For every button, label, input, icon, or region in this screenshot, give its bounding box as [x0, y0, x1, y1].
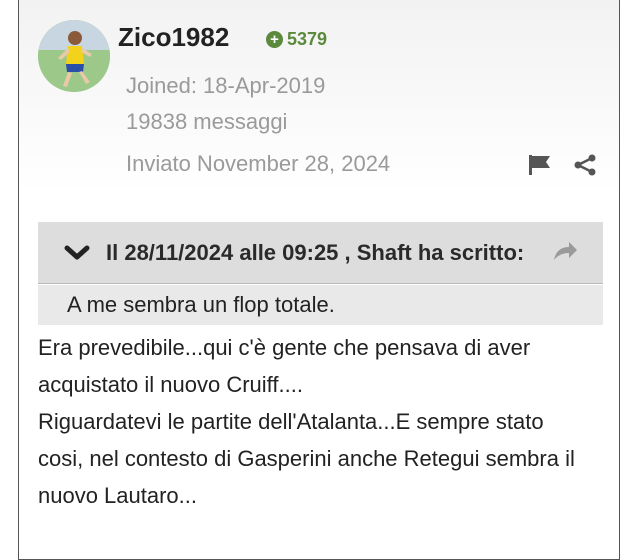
post-line: Riguardatevi le partite dell'Atalanta...… — [38, 409, 544, 434]
reputation-badge: + 5379 — [266, 29, 327, 50]
post-line: acquistato il nuovo Cruiff.... — [38, 372, 303, 397]
forum-post: Zico1982 + 5379 Joined: 18-Apr-2019 1983… — [18, 0, 620, 560]
flag-icon[interactable] — [528, 154, 552, 181]
author-username[interactable]: Zico1982 — [118, 22, 229, 53]
message-count: 19838 messaggi — [126, 109, 288, 134]
post-line: nuovo Lautaro... — [38, 483, 198, 508]
post-line: Era prevedibile...qui c'è gente che pens… — [38, 335, 531, 360]
post-date[interactable]: Inviato November 28, 2024 — [126, 151, 390, 177]
joined-date: Joined: 18-Apr-2019 — [126, 73, 326, 98]
chevron-down-icon[interactable] — [64, 244, 90, 267]
post-header: Zico1982 + 5379 Joined: 18-Apr-2019 1983… — [19, 0, 619, 195]
share-icon[interactable] — [573, 154, 597, 181]
post-content: Era prevedibile...qui c'è gente che pens… — [38, 329, 613, 514]
plus-circle-icon: + — [266, 31, 283, 48]
quote-attribution: Il 28/11/2024 alle 09:25 , Shaft ha scri… — [106, 240, 525, 265]
post-line: cosi, nel contesto di Gasperini anche Re… — [38, 446, 575, 471]
quote-content: A me sembra un flop totale. — [38, 285, 603, 325]
avatar[interactable] — [38, 20, 110, 92]
quote-text: A me sembra un flop totale. — [67, 292, 335, 317]
share-arrow-icon[interactable] — [552, 240, 578, 267]
reputation-count: 5379 — [287, 29, 328, 49]
quote-header[interactable]: Il 28/11/2024 alle 09:25 , Shaft ha scri… — [38, 222, 603, 284]
